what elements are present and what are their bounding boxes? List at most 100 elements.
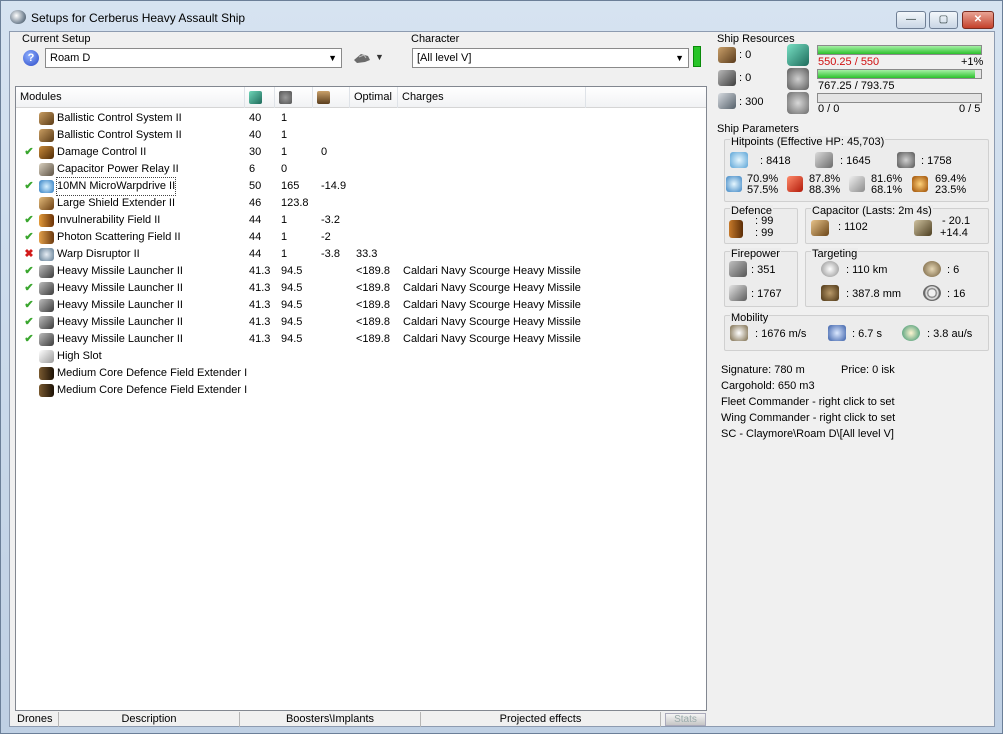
module-pg: 1 (281, 214, 288, 226)
module-name: Large Shield Extender II (57, 197, 176, 209)
damage-control-icon (39, 146, 54, 159)
module-pg: 1 (281, 231, 288, 243)
capacitor-capacity: : 1102 (838, 221, 868, 233)
module-pg: 0 (281, 163, 288, 175)
module-row[interactable]: ✔ Heavy Missile Launcher II 41.3 94.5 <189.8… (16, 331, 706, 348)
active-check-icon: ✔ (24, 231, 34, 243)
character-label: Character (411, 33, 460, 45)
scan-resolution: : 387.8 mm (846, 288, 902, 300)
module-row[interactable]: Medium Core Defence Field Extender I (16, 365, 706, 382)
column-powergrid[interactable] (275, 87, 313, 108)
module-name: High Slot (57, 350, 102, 362)
column-cpu[interactable] (245, 87, 275, 108)
tab-boosters-implants[interactable]: Boosters\Implants (240, 712, 421, 727)
module-row[interactable]: ✔ Heavy Missile Launcher II 41.3 94.5 <189.8… (16, 263, 706, 280)
module-row[interactable]: ✔ Invulnerability Field II 44 1 -3.2 (16, 212, 706, 229)
ballistic-control-icon (39, 129, 54, 142)
module-row[interactable]: ✖ Warp Disruptor II 44 1 -3.8 33.3 (16, 246, 706, 263)
module-row[interactable]: Capacitor Power Relay II 6 0 (16, 161, 706, 178)
dps-icon (729, 261, 747, 277)
column-modules[interactable]: Modules (16, 87, 245, 108)
module-row[interactable]: ✔ 10MN MicroWarpdrive II 50 165 -14.9 (16, 177, 706, 196)
module-cpu: 41.3 (249, 333, 271, 345)
fleet-commander[interactable]: Fleet Commander - right click to set (721, 396, 895, 408)
module-name: Heavy Missile Launcher II (57, 282, 183, 294)
module-pg: 1 (281, 112, 288, 124)
module-row[interactable]: Ballistic Control System II 40 1 (16, 110, 706, 127)
powergrid-icon (787, 68, 809, 90)
kinetic-resist-armor: 68.1% (871, 184, 903, 196)
module-cpu: 44 (249, 214, 262, 226)
warp-speed: : 3.8 au/s (927, 328, 973, 340)
help-icon[interactable]: ? (23, 50, 39, 66)
powergrid-usage: 767.25 / 793.75 (818, 80, 895, 92)
warp-speed-icon (902, 325, 920, 341)
module-row[interactable]: ✔ Photon Scattering Field II 44 1 -2 (16, 229, 706, 246)
thermal-resist-armor: 88.3% (809, 184, 841, 196)
capacitor-relay-icon (39, 163, 54, 176)
capacitor-group: Capacitor (Lasts: 2m 4s) : 1102 - 20.1 +… (805, 205, 989, 244)
module-pg: 1 (281, 248, 288, 260)
module-row[interactable]: Medium Core Defence Field Extender I (16, 382, 706, 399)
price: Price: 0 isk (841, 364, 895, 376)
error-cross-icon: ✖ (24, 248, 34, 260)
minimize-button[interactable]: — (896, 11, 926, 29)
active-check-icon: ✔ (24, 316, 34, 328)
stats-button[interactable]: Stats (665, 713, 706, 726)
modules-panel[interactable]: Modules Optimal Charges Ballistic Contro… (15, 86, 707, 711)
column-capacitor[interactable] (313, 87, 350, 108)
cpu-bar (817, 45, 982, 55)
title-bar[interactable]: Setups for Cerberus Heavy Assault Ship —… (1, 1, 1002, 31)
module-row[interactable]: ✔ Damage Control II 30 1 0 (16, 144, 706, 161)
firepower-volley: : 1767 (751, 288, 782, 300)
active-check-icon: ✔ (24, 282, 34, 294)
wing-commander[interactable]: Wing Commander - right click to set (721, 412, 895, 424)
character-select[interactable]: [All level V] ▼ (412, 48, 689, 68)
targeting-label: Targeting (811, 248, 859, 260)
align-time-icon (828, 325, 846, 341)
explosive-resist-icon (912, 176, 928, 192)
ship-resources-title: Ship Resources (717, 33, 795, 45)
scan-resolution-icon (821, 285, 839, 301)
module-pg: 123.8 (281, 197, 309, 209)
module-cap: -3.8 (321, 248, 340, 260)
column-optimal[interactable]: Optimal (350, 87, 398, 108)
em-resist-armor: 57.5% (747, 184, 779, 196)
signature-radius: Signature: 780 m (721, 364, 805, 376)
current-setup-value: Roam D (50, 52, 91, 64)
module-cap: 0 (321, 146, 328, 158)
setup-tools-button[interactable]: ▼ (353, 51, 387, 67)
current-setup-select[interactable]: Roam D ▼ (45, 48, 342, 68)
module-cpu: 40 (249, 112, 262, 124)
drone-bay-icon (718, 93, 736, 109)
tab-description[interactable]: Description (59, 712, 240, 727)
active-check-icon: ✔ (24, 214, 34, 226)
module-row[interactable]: High Slot (16, 348, 706, 365)
close-button[interactable]: ✕ (962, 11, 994, 29)
firepower-label: Firepower (730, 248, 781, 260)
calibration-icon (787, 92, 809, 114)
module-row[interactable]: ✔ Heavy Missile Launcher II 41.3 94.5 <189.8… (16, 280, 706, 297)
module-optimal: <189.8 (356, 316, 390, 328)
module-row[interactable]: Large Shield Extender II 46 123.8 (16, 195, 706, 212)
status-empty (23, 110, 35, 127)
cpu-icon (787, 44, 809, 66)
status-empty (23, 127, 35, 144)
tab-projected-effects[interactable]: Projected effects (421, 712, 661, 727)
ballistic-control-icon (39, 112, 54, 125)
module-cpu: 41.3 (249, 299, 271, 311)
module-row[interactable]: ✔ Heavy Missile Launcher II 41.3 94.5 <189.8… (16, 314, 706, 331)
column-charges[interactable]: Charges (398, 87, 586, 108)
chevron-down-icon: ▼ (328, 53, 337, 63)
turret-icon (718, 47, 736, 63)
maximize-button[interactable]: ▢ (929, 11, 958, 29)
launcher-slots: : 0 (739, 72, 752, 84)
ship-icon (354, 54, 370, 63)
tab-drones[interactable]: Drones (15, 712, 59, 727)
module-cap: -3.2 (321, 214, 340, 226)
module-row[interactable]: ✔ Heavy Missile Launcher II 41.3 94.5 <189.8… (16, 297, 706, 314)
cpu-icon (249, 91, 262, 104)
module-row[interactable]: Ballistic Control System II 40 1 (16, 127, 706, 144)
module-cpu: 41.3 (249, 265, 271, 277)
module-optimal: 33.3 (356, 248, 378, 260)
